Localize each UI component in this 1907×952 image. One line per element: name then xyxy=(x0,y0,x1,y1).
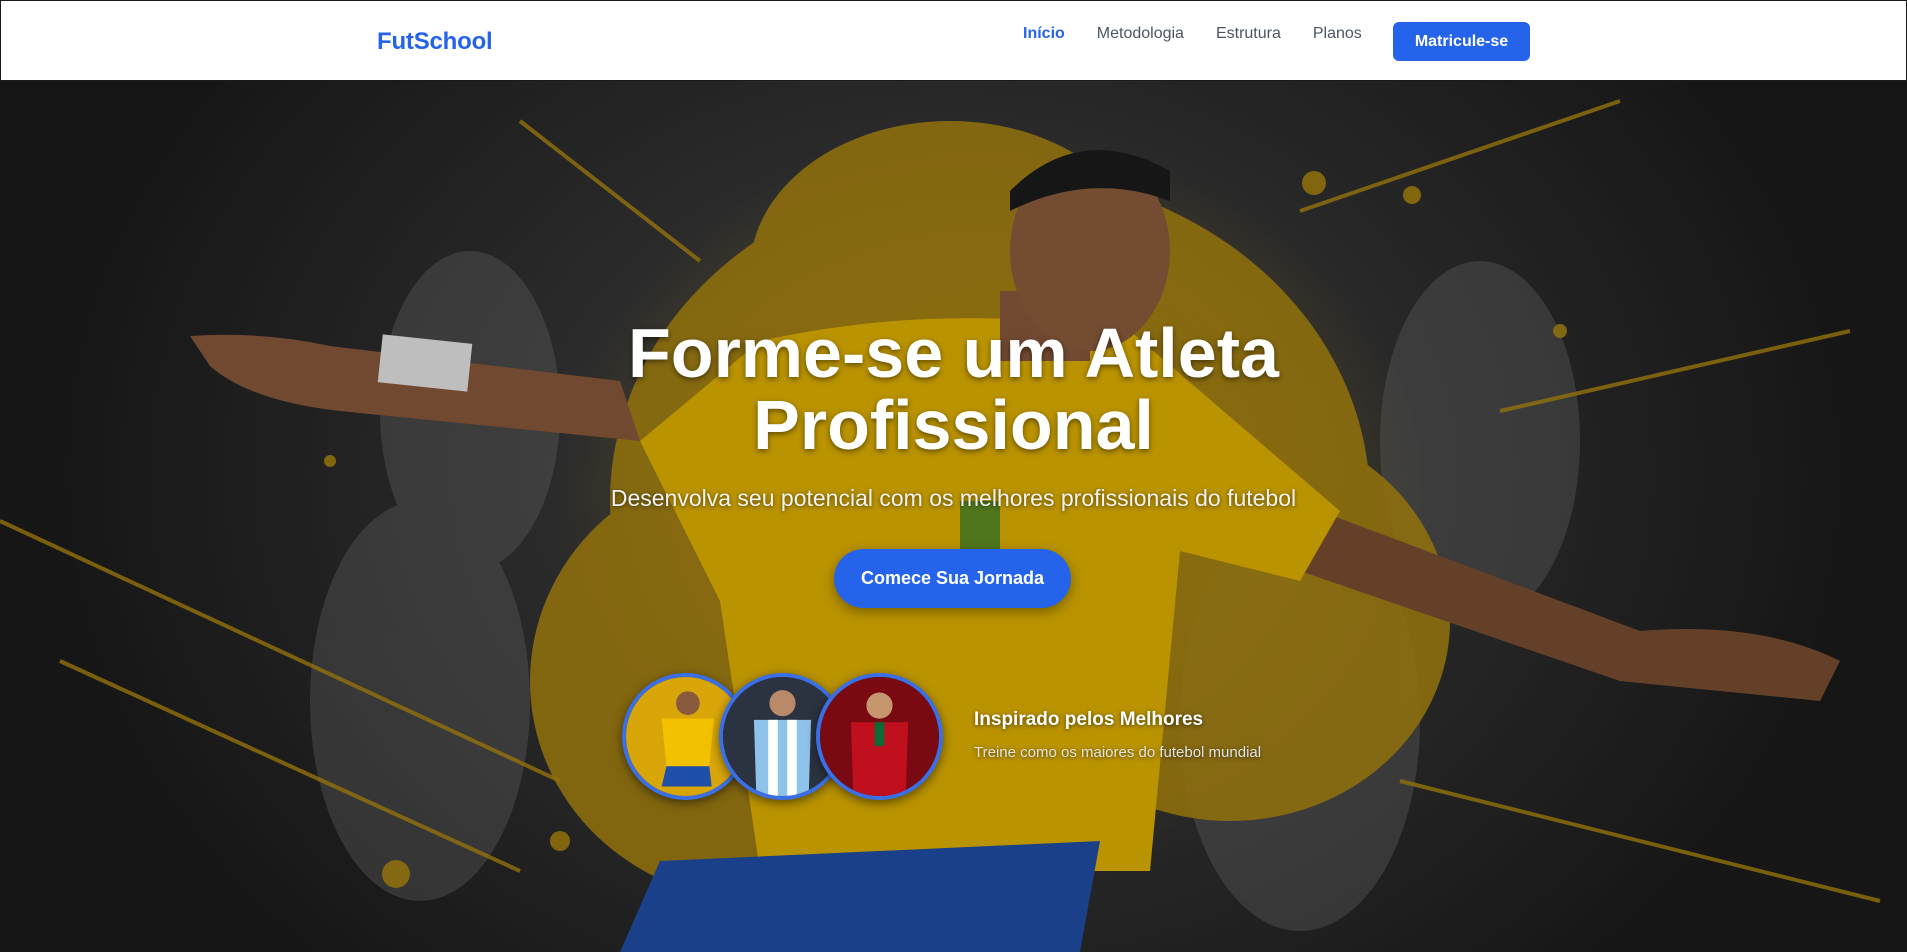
inspiration-avatars xyxy=(622,673,943,800)
hero-title-line-1: Forme-se um Atleta xyxy=(628,314,1279,392)
enroll-button[interactable]: Matricule-se xyxy=(1393,22,1530,61)
top-navbar: FutSchool Início Metodologia Estrutura P… xyxy=(0,0,1907,81)
nav-link-estrutura[interactable]: Estrutura xyxy=(1216,24,1281,44)
inspired-subtitle: Treine como os maiores do futebol mundia… xyxy=(974,744,1262,761)
nav-link-metodologia[interactable]: Metodologia xyxy=(1097,24,1184,44)
hero-section: Forme-se um Atleta Profissional Desenvol… xyxy=(0,81,1907,952)
inspired-title: Inspirado pelos Melhores xyxy=(974,709,1204,730)
hero-dark-overlay xyxy=(0,81,1907,952)
nav-link-planos[interactable]: Planos xyxy=(1313,24,1362,44)
nav-link-inicio[interactable]: Início xyxy=(1023,24,1065,44)
start-journey-button[interactable]: Comece Sua Jornada xyxy=(834,549,1071,608)
hero-title: Forme-se um Atleta Profissional xyxy=(0,317,1907,461)
hero-title-line-2: Profissional xyxy=(753,386,1154,464)
player-red-kit-avatar xyxy=(816,673,943,800)
hero-subtitle: Desenvolva seu potencial com os melhores… xyxy=(610,485,1297,511)
brand-logo[interactable]: FutSchool xyxy=(377,28,493,56)
main-nav: Início Metodologia Estrutura Planos xyxy=(1023,24,1394,44)
